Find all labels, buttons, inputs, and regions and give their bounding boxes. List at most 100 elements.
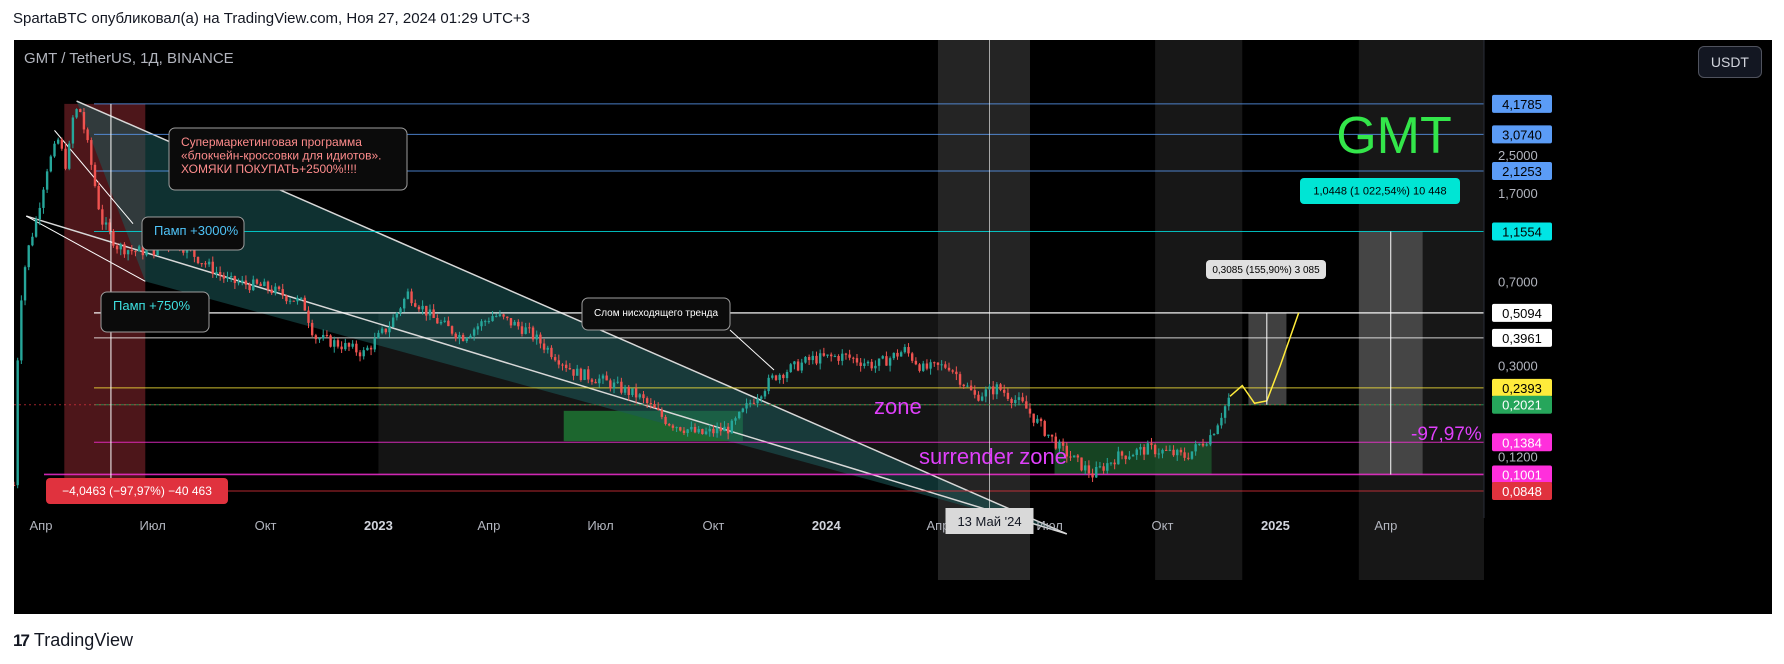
candle-body	[417, 306, 421, 310]
candle-body	[969, 385, 973, 391]
candle-body	[899, 352, 903, 357]
candle-body	[877, 358, 881, 366]
candle-body	[822, 353, 826, 356]
candle-body	[598, 378, 601, 384]
candle-body	[403, 298, 406, 309]
candle-body	[855, 358, 859, 363]
candle-body	[64, 148, 67, 169]
candle-body	[848, 354, 851, 358]
candle-body	[896, 352, 899, 357]
candle-body	[1050, 434, 1054, 437]
candle-body	[1220, 417, 1223, 426]
candle-body	[266, 281, 270, 290]
candle-body	[771, 375, 774, 378]
candle-body	[1150, 443, 1153, 445]
candle-body	[749, 402, 752, 404]
candle-body	[252, 279, 255, 291]
candle-body	[476, 326, 480, 330]
candle-body	[498, 314, 502, 316]
tradingview-brand[interactable]: 17 TradingView	[13, 630, 133, 651]
candle-body	[1142, 447, 1146, 455]
candle-body	[336, 340, 340, 347]
price-label: 0,3961	[1502, 331, 1542, 346]
candle-body	[303, 297, 307, 311]
x-tick-label: Окт	[1152, 518, 1174, 533]
y-tick-label: 0,1200	[1498, 449, 1538, 464]
candle-body	[863, 363, 866, 366]
candle-body	[1025, 401, 1028, 409]
candle-body	[461, 334, 465, 342]
candle-body	[576, 368, 579, 376]
candle-body	[528, 327, 531, 329]
candle-body	[480, 321, 483, 327]
candle-body	[682, 430, 686, 434]
candle-body	[693, 426, 697, 433]
publication-caption: SpartaBTC опубликовал(а) на TradingView.…	[13, 10, 531, 27]
candle-body	[612, 382, 616, 389]
candle-body	[1176, 449, 1179, 456]
candle-body	[333, 340, 336, 347]
price-chart[interactable]: Супермаркетинговая программа«блокчейн-кр…	[14, 40, 1772, 614]
candle-body	[1102, 466, 1105, 471]
candle-body	[649, 403, 653, 405]
candle-body	[664, 416, 667, 425]
candle-body	[207, 261, 211, 265]
candle-body	[734, 418, 737, 421]
candle-body	[1028, 408, 1032, 414]
candle-body	[999, 384, 1002, 390]
candle-body	[1153, 444, 1157, 455]
candle-body	[1212, 434, 1216, 436]
candle-body	[833, 356, 837, 358]
x-tick-label: Июл	[139, 518, 165, 533]
candle-body	[947, 367, 951, 371]
candle-body	[358, 352, 362, 357]
candle-body	[369, 347, 373, 350]
y-tick-label: 2,5000	[1498, 148, 1538, 163]
candle-body	[561, 364, 564, 366]
currency-button[interactable]: USDT	[1697, 46, 1762, 78]
candle-body	[1209, 435, 1212, 445]
candle-body	[708, 428, 711, 432]
candle-body	[520, 326, 524, 334]
candle-body	[1014, 399, 1017, 404]
candle-body	[922, 363, 925, 371]
candle-body	[1117, 451, 1120, 465]
candle-body	[785, 372, 789, 379]
candle-body	[134, 251, 137, 253]
candle-body	[351, 343, 354, 347]
candle-body	[414, 303, 417, 307]
candle-body	[627, 386, 630, 396]
chart-panel[interactable]: Супермаркетинговая программа «блокчейн-кр…	[14, 40, 1772, 614]
candle-body	[660, 409, 664, 417]
candle-body	[782, 374, 785, 379]
surrender-zone-label: surrender zone	[919, 444, 1067, 469]
candle-body	[1216, 425, 1219, 435]
candle-body	[638, 394, 641, 398]
x-tick-label: Апр	[30, 518, 53, 533]
candle-body	[329, 335, 332, 347]
candle-body	[1047, 434, 1050, 436]
candle-body	[1131, 454, 1135, 457]
rise-stats-text: 0,3085 (155,90%) 3 085	[1212, 265, 1320, 276]
candle-body	[1164, 449, 1168, 451]
candle-body	[93, 164, 97, 187]
candle-body	[966, 385, 969, 387]
candle-body	[391, 317, 395, 328]
x-tick-label: Окт	[702, 518, 724, 533]
candle-body	[818, 353, 822, 364]
price-label: 0,0848	[1502, 484, 1542, 499]
candle-body	[491, 316, 494, 322]
x-tick-label: 2024	[812, 518, 842, 533]
candle-body	[97, 186, 100, 210]
candle-body	[642, 394, 645, 399]
candle-body	[936, 362, 940, 365]
candle-body	[892, 352, 895, 359]
hype-callout-text: Супермаркетинговая программа	[181, 135, 362, 149]
candle-body	[16, 360, 19, 486]
candle-body	[425, 305, 428, 316]
candle-body	[1198, 443, 1201, 445]
candle-body	[760, 396, 763, 399]
candle-body	[1190, 451, 1194, 459]
candle-body	[82, 112, 86, 130]
candle-body	[564, 364, 568, 369]
